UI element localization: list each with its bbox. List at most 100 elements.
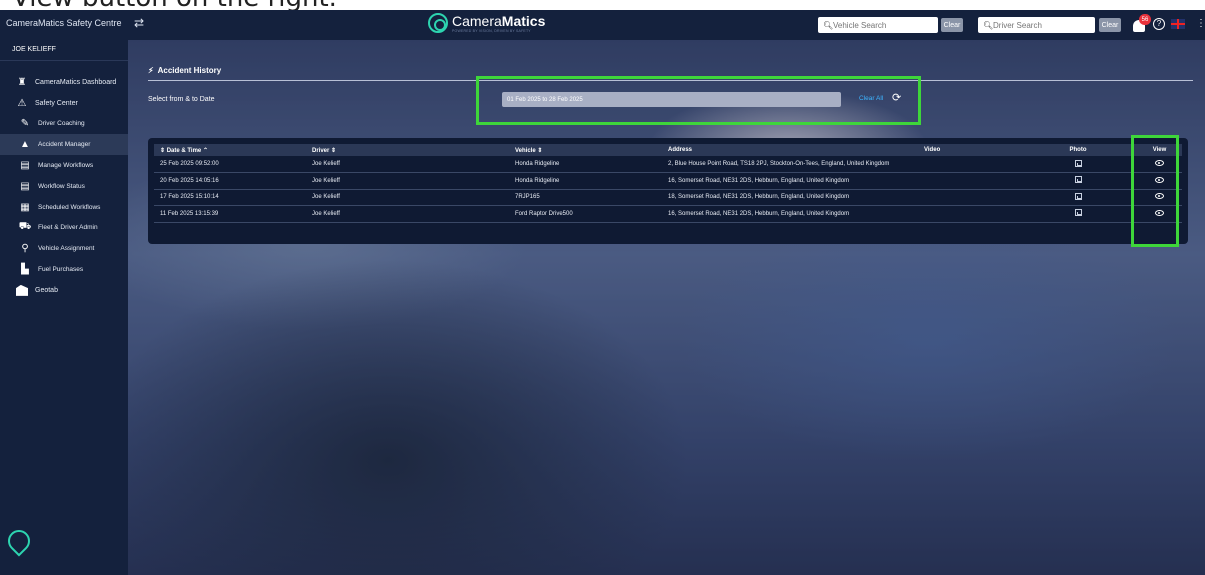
sidebar-item-label: Workflow Status — [38, 182, 85, 190]
column-header-video: Video — [924, 147, 941, 153]
logo-mark-icon — [428, 13, 448, 33]
top-bar: CameraMatics Safety Centre ⇄ CameraMatic… — [0, 10, 1205, 40]
sidebar-item-accident-manager[interactable]: ▲ Accident Manager — [0, 134, 128, 156]
sidebar-item-label: Accident Manager — [38, 141, 91, 149]
photo-icon[interactable] — [1074, 209, 1082, 217]
vehicle-search-box[interactable]: 🔍︎ — [818, 17, 938, 33]
logo-text: CameraMatics — [452, 13, 546, 29]
cell-driver: Joe Kelieff — [306, 189, 509, 206]
help-icon[interactable]: ? — [1153, 18, 1165, 30]
main-content: ⚡︎ Accident History Select from & to Dat… — [128, 40, 1205, 575]
cell-address: 18, Somerset Road, NE31 2DS, Hebburn, En… — [662, 189, 918, 206]
app-window: CameraMatics Safety Centre ⇄ CameraMatic… — [0, 10, 1205, 575]
cell-driver: Joe Kelieff — [306, 205, 509, 223]
accident-table-card: ⇕ Date & Time ⌃ Driver ⇕ Vehicle ⇕ Addre… — [148, 138, 1188, 244]
sidebar-nav: ♜ CameraMatics Dashboard ⚠ Safety Center… — [0, 72, 128, 301]
column-header-address: Address — [668, 147, 693, 153]
sidebar-item-label: Driver Coaching — [38, 120, 85, 128]
cell-address: 16, Somerset Road, NE31 2DS, Hebburn, En… — [662, 172, 918, 190]
sidebar-item-label: Vehicle Assignment — [38, 245, 95, 253]
column-header-vehicle[interactable]: Vehicle ⇕ — [509, 144, 662, 156]
sidebar-item-label: Manage Workflows — [38, 162, 94, 170]
table-row[interactable]: 20 Feb 2025 14:05:16 Joe Kelieff Honda R… — [154, 172, 1182, 190]
assignment-icon: ⚲ — [21, 243, 29, 255]
caption-area: View button on the right. — [12, 0, 612, 10]
sidebar-item-label: Safety Center — [35, 99, 78, 107]
vehicle-search-input[interactable] — [830, 20, 938, 30]
driver-search-clear-button[interactable]: Clear — [1099, 18, 1121, 32]
driver-search-input[interactable] — [990, 20, 1095, 30]
photo-icon[interactable] — [1074, 176, 1082, 184]
sidebar-item-cameramatics-dashboard[interactable]: ♜ CameraMatics Dashboard — [0, 72, 128, 93]
cell-datetime: 20 Feb 2025 14:05:16 — [154, 172, 306, 190]
sidebar-item-label: Geotab — [35, 286, 58, 294]
sidebar-item-manage-workflows[interactable]: ▤ Manage Workflows — [0, 155, 128, 176]
lightning-icon: ⚡︎ — [148, 66, 154, 75]
photo-icon[interactable] — [1074, 192, 1082, 200]
table-header-row: ⇕ Date & Time ⌃ Driver ⇕ Vehicle ⇕ Addre… — [154, 144, 1182, 156]
sidebar-item-geotab[interactable]: Geotab — [0, 280, 128, 301]
sidebar-item-label: Fuel Purchases — [38, 266, 84, 274]
divider — [0, 60, 128, 61]
cameramatics-logo: CameraMatics POWERED BY VISION, DRIVEN B… — [428, 13, 545, 33]
column-header-datetime[interactable]: ⇕ Date & Time ⌃ — [154, 144, 306, 156]
app-title: CameraMatics Safety Centre — [6, 18, 122, 28]
car-icon: ⛟ — [18, 221, 32, 233]
cell-vehicle: Ford Raptor Drive500 — [509, 205, 662, 223]
dashboard-icon: ♜ — [17, 76, 27, 88]
sidebar: JOE KELIEFF ♜ CameraMatics Dashboard ⚠ S… — [0, 40, 128, 575]
sidebar-item-label: Fleet & Driver Admin — [38, 224, 98, 232]
geotab-icon — [16, 284, 28, 296]
cell-video — [918, 205, 1019, 223]
column-header-driver[interactable]: Driver ⇕ — [306, 144, 509, 156]
workflow-status-icon: ▤ — [20, 180, 30, 192]
cell-address: 16, Somerset Road, NE31 2DS, Hebburn, En… — [662, 205, 918, 223]
page-title: ⚡︎ Accident History — [148, 66, 222, 75]
swap-arrows-icon[interactable]: ⇄ — [134, 16, 144, 30]
search-icon: 🔍︎ — [823, 20, 834, 30]
sidebar-item-scheduled-workflows[interactable]: ▦ Scheduled Workflows — [0, 197, 128, 218]
cell-photo — [1019, 156, 1137, 173]
sidebar-item-vehicle-assignment[interactable]: ⚲ Vehicle Assignment — [0, 238, 128, 259]
notifications-button[interactable]: 56 — [1131, 14, 1151, 33]
column-header-photo: Photo — [1069, 147, 1087, 153]
highlight-box-view-column — [1131, 135, 1179, 247]
fuel-icon: ▙ — [21, 264, 29, 276]
cell-photo — [1019, 205, 1137, 223]
uk-flag-icon[interactable] — [1171, 19, 1185, 29]
search-icon: 🔍︎ — [983, 20, 994, 30]
warning-icon: ⚠ — [17, 97, 27, 109]
notification-badge: 56 — [1139, 14, 1151, 25]
cell-photo — [1019, 189, 1137, 206]
sidebar-item-safety-center[interactable]: ⚠ Safety Center — [0, 93, 128, 114]
table-row[interactable]: 25 Feb 2025 09:52:00 Joe Kelieff Honda R… — [154, 156, 1182, 173]
cell-vehicle: 7RJP165 — [509, 189, 662, 206]
sidebar-item-workflow-status[interactable]: ▤ Workflow Status — [0, 176, 128, 197]
workflow-icon: ▤ — [20, 160, 30, 172]
sidebar-item-driver-coaching[interactable]: ✎ Driver Coaching — [0, 114, 128, 135]
cell-photo — [1019, 172, 1137, 190]
accident-table: ⇕ Date & Time ⌃ Driver ⇕ Vehicle ⇕ Addre… — [154, 144, 1182, 223]
sidebar-item-label: CameraMatics Dashboard — [35, 78, 117, 86]
cell-driver: Joe Kelieff — [306, 172, 509, 190]
sidebar-item-fuel-purchases[interactable]: ▙ Fuel Purchases — [0, 259, 128, 280]
cell-datetime: 25 Feb 2025 09:52:00 — [154, 156, 306, 173]
highlight-box-date-range — [476, 76, 921, 125]
cell-video — [918, 189, 1019, 206]
logo-tagline: POWERED BY VISION, DRIVEN BY SAFETY — [452, 29, 531, 33]
cell-driver: Joe Kelieff — [306, 156, 509, 173]
date-range-label: Select from & to Date — [148, 96, 215, 103]
vehicle-search-clear-button[interactable]: Clear — [941, 18, 963, 32]
cell-video — [918, 156, 1019, 173]
driver-search-box[interactable]: 🔍︎ — [978, 17, 1095, 33]
table-row[interactable]: 11 Feb 2025 13:15:39 Joe Kelieff Ford Ra… — [154, 205, 1182, 223]
photo-icon[interactable] — [1074, 159, 1082, 167]
sidebar-item-fleet-driver-admin[interactable]: ⛟ Fleet & Driver Admin — [0, 218, 128, 239]
caption-text: View button on the right. — [12, 0, 337, 10]
cell-vehicle: Honda Ridgeline — [509, 156, 662, 173]
user-name: JOE KELIEFF — [12, 46, 56, 53]
cell-datetime: 11 Feb 2025 13:15:39 — [154, 205, 306, 223]
cell-video — [918, 172, 1019, 190]
table-row[interactable]: 17 Feb 2025 15:10:14 Joe Kelieff 7RJP165… — [154, 189, 1182, 206]
more-menu-icon[interactable]: ⋮ — [1196, 18, 1205, 29]
